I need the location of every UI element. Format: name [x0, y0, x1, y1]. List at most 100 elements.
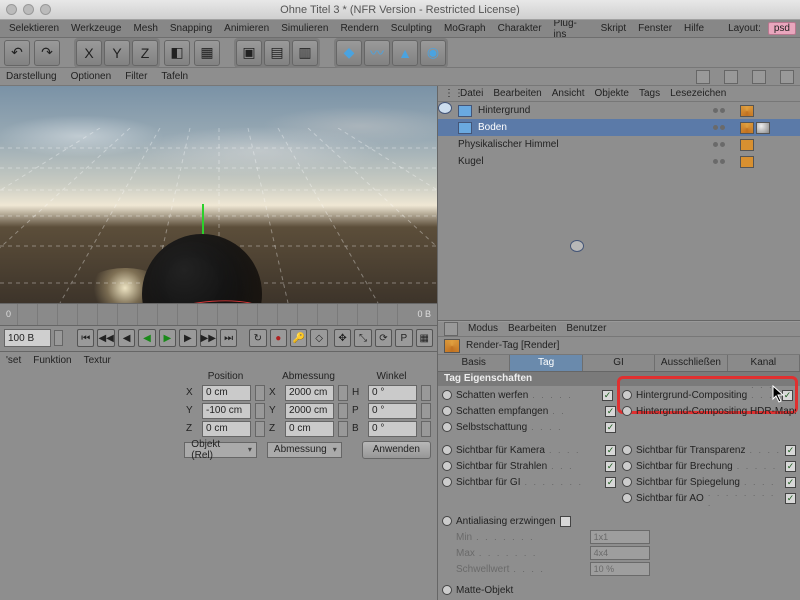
- axis-z-button[interactable]: Z: [132, 40, 158, 66]
- tab-ausschliessen[interactable]: Ausschließen: [655, 355, 727, 370]
- om-menu-lesezeichen[interactable]: Lesezeichen: [670, 88, 726, 99]
- chk-sicht-transparenz[interactable]: [785, 445, 796, 456]
- menu-mograph[interactable]: MoGraph: [439, 23, 491, 34]
- material-tag-icon[interactable]: [756, 122, 770, 134]
- render-picture-button[interactable]: ▥: [292, 40, 318, 66]
- pla-tool-icon[interactable]: ▦: [416, 329, 433, 347]
- vp-nav-pan-icon[interactable]: [696, 70, 710, 84]
- tab-tag[interactable]: Tag: [510, 355, 582, 370]
- apply-button[interactable]: Anwenden: [362, 441, 431, 459]
- vp-nav-zoom-icon[interactable]: [724, 70, 738, 84]
- pos-x-spin[interactable]: [255, 385, 265, 401]
- ang-b-spin[interactable]: [421, 421, 431, 437]
- size-z-spin[interactable]: [338, 421, 348, 437]
- window-controls[interactable]: [6, 4, 51, 15]
- pos-x-field[interactable]: 0 cm: [202, 385, 251, 401]
- attr-menu-benutzer[interactable]: Benutzer: [566, 323, 606, 334]
- object-row-kugel[interactable]: Kugel: [438, 153, 800, 170]
- tab-gi[interactable]: GI: [583, 355, 655, 370]
- vp-menu-optionen[interactable]: Optionen: [71, 71, 112, 82]
- sphere-object[interactable]: [132, 224, 272, 303]
- primitive-button[interactable]: ◆: [336, 40, 362, 66]
- attribute-manager-menubar[interactable]: Modus Bearbeiten Benutzer: [438, 321, 800, 337]
- axis-y-button[interactable]: Y: [104, 40, 130, 66]
- chk-sicht-spiegelung[interactable]: [785, 477, 796, 488]
- ang-b-field[interactable]: 0 °: [368, 421, 417, 437]
- current-frame-field[interactable]: 100 B: [4, 329, 51, 347]
- attr-grip-icon[interactable]: [444, 322, 458, 336]
- object-row-hintergrund[interactable]: Hintergrund: [438, 102, 800, 119]
- redo-button[interactable]: ↷: [34, 40, 60, 66]
- chk-antialiasing[interactable]: [560, 516, 571, 527]
- render-region-button[interactable]: ▤: [264, 40, 290, 66]
- menu-snapping[interactable]: Snapping: [165, 23, 217, 34]
- cube-button[interactable]: ▦: [194, 40, 220, 66]
- chk-schatten-empfangen[interactable]: [605, 406, 616, 417]
- ang-p-field[interactable]: 0 °: [368, 403, 417, 419]
- rotate-tool-icon[interactable]: ⟳: [375, 329, 392, 347]
- menu-sculpting[interactable]: Sculpting: [386, 23, 437, 34]
- vp-menu-darstellung[interactable]: Darstellung: [6, 71, 57, 82]
- render-tag-icon[interactable]: [740, 105, 754, 117]
- attr-menu-bearbeiten[interactable]: Bearbeiten: [508, 323, 556, 334]
- om-menu-objekte[interactable]: Objekte: [595, 88, 629, 99]
- menu-fenster[interactable]: Fenster: [633, 23, 677, 34]
- om-menu-datei[interactable]: Datei: [460, 88, 483, 99]
- pos-y-field[interactable]: -100 cm: [202, 403, 251, 419]
- size-x-field[interactable]: 2000 cm: [285, 385, 334, 401]
- scale-tool-icon[interactable]: ⤡: [354, 329, 371, 347]
- keyframe-button[interactable]: ◇: [310, 329, 327, 347]
- object-manager-menubar[interactable]: ⋮⋮ Datei Bearbeiten Ansicht Objekte Tags…: [438, 86, 800, 102]
- menu-hilfe[interactable]: Hilfe: [679, 23, 709, 34]
- object-row-boden[interactable]: Boden: [438, 119, 800, 136]
- ang-h-field[interactable]: 0 °: [368, 385, 417, 401]
- menu-skript[interactable]: Skript: [596, 23, 632, 34]
- size-z-field[interactable]: 0 cm: [285, 421, 334, 437]
- menu-werkzeuge[interactable]: Werkzeuge: [66, 23, 126, 34]
- vp-nav-layout-icon[interactable]: [780, 70, 794, 84]
- ang-p-spin[interactable]: [421, 403, 431, 419]
- record-button[interactable]: ●: [270, 329, 287, 347]
- tab-basis[interactable]: Basis: [438, 355, 510, 370]
- pos-z-field[interactable]: 0 cm: [202, 421, 251, 437]
- spline-button[interactable]: 〰: [364, 40, 390, 66]
- goto-end-button[interactable]: ⏭: [220, 329, 237, 347]
- render-tag-icon[interactable]: [740, 122, 754, 134]
- next-key-button[interactable]: ▶▶: [200, 329, 217, 347]
- param-tool-icon[interactable]: P: [395, 329, 412, 347]
- play-fwd-button[interactable]: ▶: [159, 329, 176, 347]
- object-manager[interactable]: Hintergrund Boden Physikalischer Himmel …: [438, 102, 800, 320]
- menu-rendern[interactable]: Rendern: [335, 23, 383, 34]
- generator-button[interactable]: ▲: [392, 40, 418, 66]
- play-back-button[interactable]: ◀: [138, 329, 155, 347]
- timeline-ruler[interactable]: 0 0 B: [0, 303, 437, 325]
- next-frame-button[interactable]: ▶: [179, 329, 196, 347]
- coord-mode-dropdown[interactable]: Objekt (Rel): [184, 442, 257, 458]
- size-x-spin[interactable]: [338, 385, 348, 401]
- om-menu-tags[interactable]: Tags: [639, 88, 660, 99]
- render-view-button[interactable]: ▣: [236, 40, 262, 66]
- chk-sicht-brechung[interactable]: [785, 461, 796, 472]
- compositing-tag-icon[interactable]: [740, 139, 754, 151]
- frame-spinner[interactable]: [54, 330, 64, 346]
- pos-y-spin[interactable]: [255, 403, 265, 419]
- menu-plugins[interactable]: Plug-ins: [549, 18, 594, 40]
- attr-menu-modus[interactable]: Modus: [468, 323, 498, 334]
- object-row-himmel[interactable]: Physikalischer Himmel: [438, 136, 800, 153]
- size-mode-dropdown[interactable]: Abmessung: [267, 442, 342, 458]
- main-menubar[interactable]: Selektieren Werkzeuge Mesh Snapping Anim…: [0, 20, 800, 38]
- chk-selbstschattung[interactable]: [605, 422, 616, 433]
- compositing-tag-icon[interactable]: [740, 156, 754, 168]
- om-menu-bearbeiten[interactable]: Bearbeiten: [493, 88, 541, 99]
- autokey-button[interactable]: 🔑: [290, 329, 307, 347]
- goto-start-button[interactable]: ⏮: [77, 329, 94, 347]
- coord-system-button[interactable]: ◧: [164, 40, 190, 66]
- prev-frame-button[interactable]: ◀: [118, 329, 135, 347]
- chk-sicht-gi[interactable]: [605, 477, 616, 488]
- vp-nav-rotate-icon[interactable]: [752, 70, 766, 84]
- move-tool-icon[interactable]: ✥: [334, 329, 351, 347]
- tab-kanal[interactable]: Kanal: [728, 355, 800, 370]
- menu-selektieren[interactable]: Selektieren: [4, 23, 64, 34]
- vp-menu-filter[interactable]: Filter: [125, 71, 147, 82]
- deformer-button[interactable]: ◉: [420, 40, 446, 66]
